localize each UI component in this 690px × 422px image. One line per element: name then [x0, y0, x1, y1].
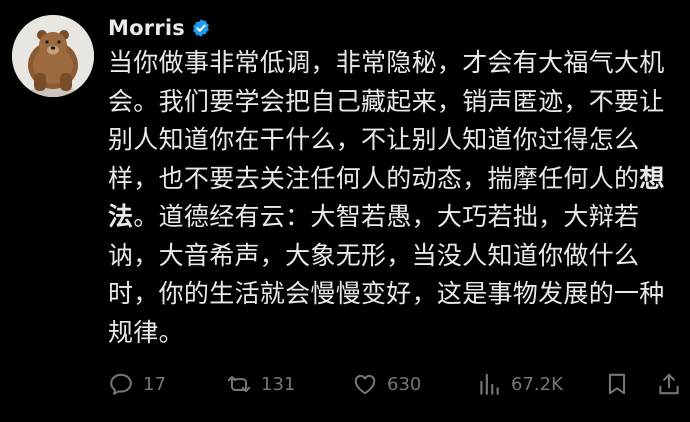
repost-count: 131 — [261, 373, 296, 395]
repost-icon — [227, 375, 251, 393]
share-button[interactable] — [656, 369, 682, 399]
share-icon — [659, 373, 679, 395]
tweet-header: Morris — [108, 14, 211, 42]
like-count: 630 — [387, 373, 422, 395]
reply-count: 17 — [143, 373, 166, 395]
heart-icon — [354, 374, 376, 395]
tweet-text-part2: 。道德经有云：大智若愚，大巧若拙，大辩若讷，大音希声，大象无形，当没人知道你做什… — [108, 202, 665, 347]
tweet-text-part1: 当你做事非常低调，非常隐秘，才会有大福气大机会。我们要学会把自己藏起来，销声匿迹… — [108, 48, 665, 193]
author-name[interactable]: Morris — [108, 16, 185, 40]
views-chart-icon — [480, 373, 499, 395]
bear-avatar-icon — [12, 15, 94, 97]
views-button[interactable]: 67.2K — [476, 369, 563, 399]
bookmark-icon — [608, 373, 626, 395]
bookmark-button[interactable] — [604, 369, 630, 399]
reply-button[interactable]: 17 — [108, 369, 166, 399]
verified-badge-icon — [193, 19, 209, 37]
repost-button[interactable]: 131 — [226, 369, 295, 399]
tweet-text: 当你做事非常低调，非常隐秘，才会有大福气大机会。我们要学会把自己藏起来，销声匿迹… — [108, 44, 684, 352]
views-count: 67.2K — [511, 373, 563, 395]
action-bar: 17 131 630 67.2K — [108, 369, 688, 399]
reply-icon — [110, 373, 132, 395]
author-avatar[interactable] — [12, 15, 94, 97]
like-button[interactable]: 630 — [352, 369, 421, 399]
